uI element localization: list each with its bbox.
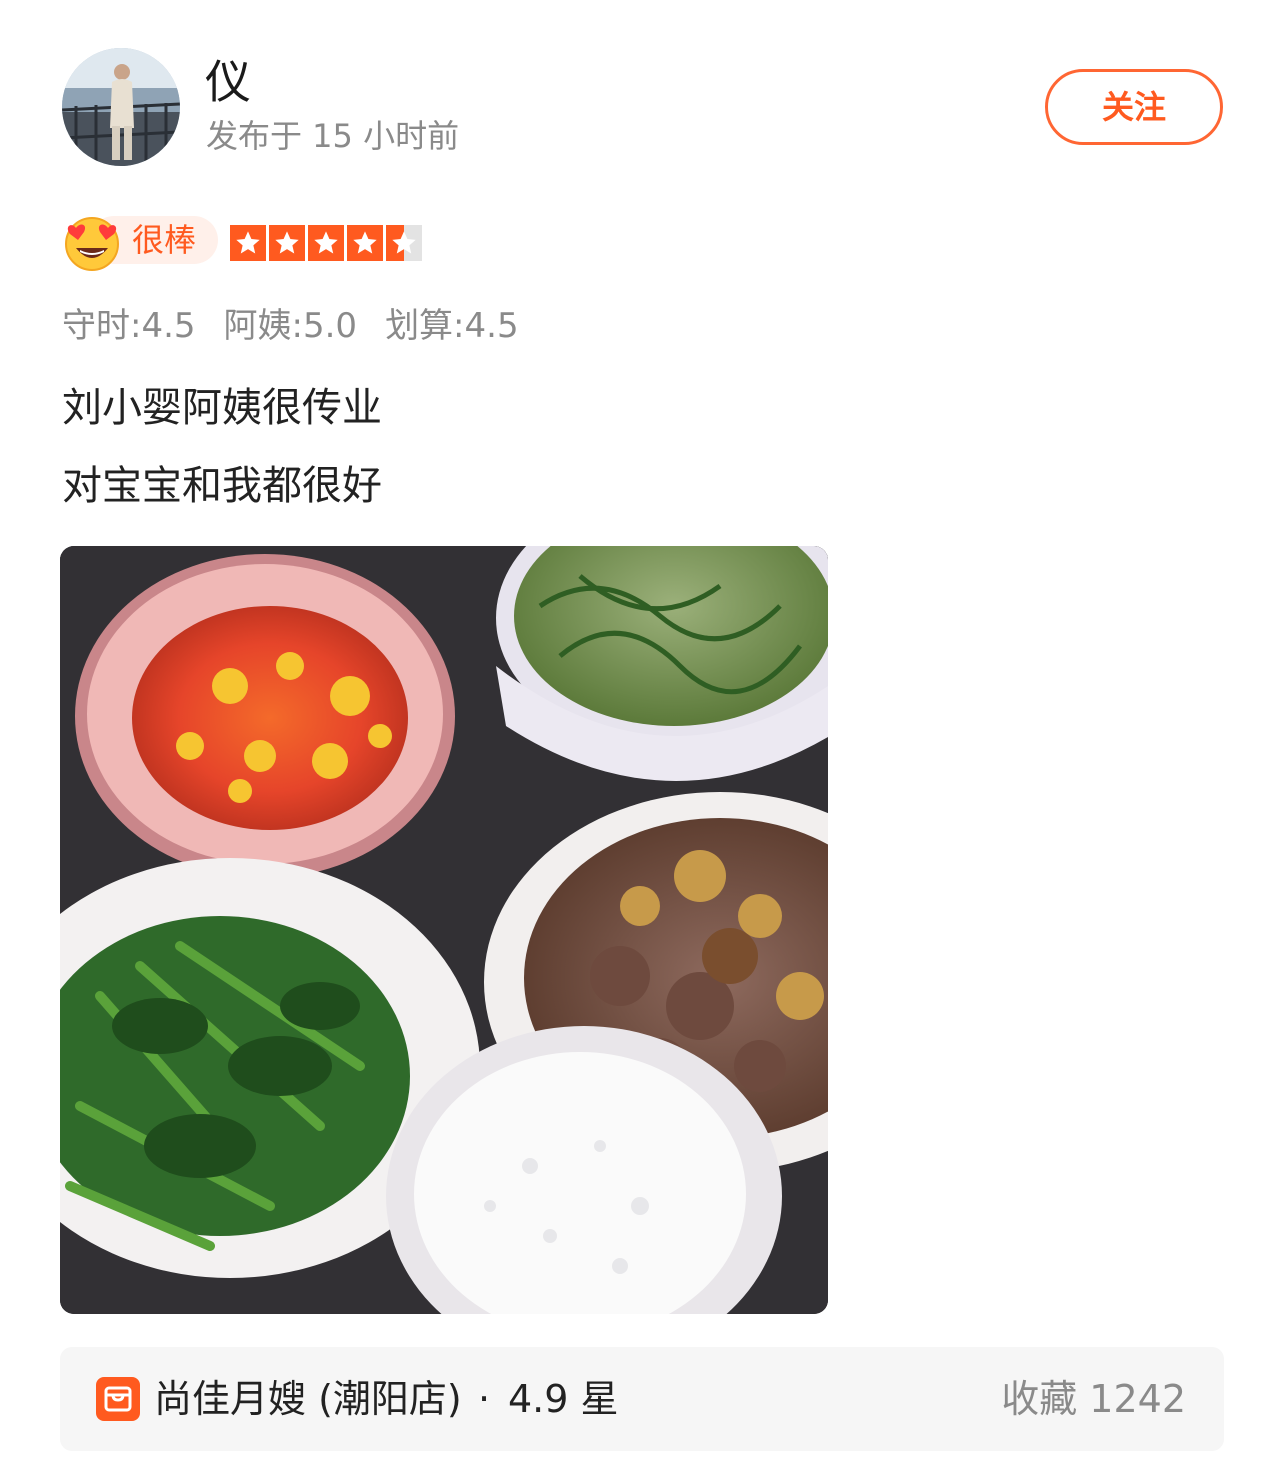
star-icon xyxy=(347,225,383,261)
sub-score-nanny: 阿姨:5.0 xyxy=(223,306,358,346)
half-star-icon xyxy=(386,225,422,261)
review-photo[interactable] xyxy=(60,546,828,1314)
shop-rating: 4.9 星 xyxy=(508,1377,619,1421)
rating-badge: 很棒 xyxy=(62,212,218,271)
rating-label: 很棒 xyxy=(132,221,197,259)
favorites-count: 收藏 1242 xyxy=(1001,1377,1186,1421)
heart-eyes-emoji-icon xyxy=(65,217,119,271)
user-avatar[interactable] xyxy=(62,48,180,166)
username[interactable]: 仪 xyxy=(205,56,251,108)
shop-icon xyxy=(96,1377,140,1421)
shop-name: 尚佳月嫂 (潮阳店) xyxy=(154,1377,462,1421)
star-icon xyxy=(269,225,305,261)
star-icon xyxy=(308,225,344,261)
sub-score-value: 划算:4.5 xyxy=(385,306,519,346)
shop-separator: · xyxy=(478,1377,491,1421)
follow-button[interactable]: 关注 xyxy=(1045,69,1223,145)
meal-photo xyxy=(60,546,828,1314)
review-text-line: 对宝宝和我都很好 xyxy=(62,463,382,509)
shop-card[interactable]: 尚佳月嫂 (潮阳店) · 4.9 星 收藏 1242 xyxy=(60,1347,1224,1451)
sub-scores: 守时:4.5 阿姨:5.0 划算:4.5 xyxy=(62,304,547,348)
post-time: 发布于 15 小时前 xyxy=(206,117,460,155)
review-text-line: 刘小婴阿姨很传业 xyxy=(62,385,382,431)
star-rating xyxy=(230,225,425,261)
avatar-photo xyxy=(62,48,180,166)
star-icon xyxy=(230,225,266,261)
sub-score-punctuality: 守时:4.5 xyxy=(62,306,196,346)
